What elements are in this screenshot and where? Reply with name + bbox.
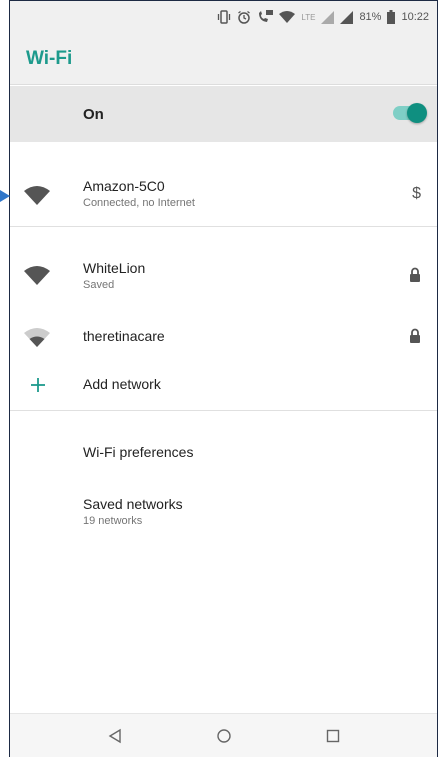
home-icon[interactable] <box>216 728 232 744</box>
network-name: Amazon-5C0 <box>83 178 165 194</box>
metered-symbol: $ <box>412 185 421 202</box>
plus-icon <box>31 378 45 392</box>
battery-percent: 81% <box>359 11 382 23</box>
recents-icon[interactable] <box>325 728 341 744</box>
wifi-master-switch-row[interactable]: On <box>10 86 437 142</box>
phone-screen: LTE 81% 10:22 Wi-Fi On Amazon-5C0 Connec… <box>10 1 437 757</box>
wifi-full-icon <box>24 186 50 205</box>
lock-icon <box>410 328 420 343</box>
network-status: Connected, no Internet <box>83 197 195 209</box>
vibrate-icon <box>218 10 231 24</box>
pointer-arrow-icon <box>0 190 10 202</box>
wifi-preferences-label: Wi-Fi preferences <box>83 444 194 460</box>
alarm-icon <box>238 10 251 24</box>
lte-call-icon <box>259 10 274 22</box>
connected-network-row[interactable]: Amazon-5C0 Connected, no Internet $ <box>10 173 437 225</box>
add-network-label: Add network <box>83 376 161 392</box>
network-row-whitelion[interactable]: WhiteLion Saved <box>10 255 437 301</box>
wifi-call-icon <box>279 11 296 23</box>
network-name: WhiteLion <box>83 260 146 276</box>
master-switch-label: On <box>83 105 104 123</box>
saved-networks-count: 19 networks <box>83 515 143 527</box>
screenshot-frame: LTE 81% 10:22 Wi-Fi On Amazon-5C0 Connec… <box>0 0 438 757</box>
network-status: Saved <box>83 279 115 291</box>
divider <box>10 226 437 227</box>
wifi-toggle[interactable] <box>393 103 427 123</box>
lte-label: LTE <box>301 12 316 22</box>
wifi-full-icon <box>24 266 50 285</box>
page-title: Wi-Fi <box>26 47 73 69</box>
app-bar: Wi-Fi <box>10 33 437 85</box>
lte-signal-icon <box>321 10 335 24</box>
status-bar: LTE 81% 10:22 <box>10 1 437 33</box>
network-row-theretinacare[interactable]: theretinacare <box>10 316 437 356</box>
signal-icon <box>340 10 354 24</box>
clock-time: 10:22 <box>401 11 429 23</box>
add-network-button[interactable]: Add network <box>10 365 437 405</box>
network-name: theretinacare <box>83 328 165 344</box>
saved-networks-item[interactable]: Saved networks 19 networks <box>10 491 437 535</box>
wifi-preferences-item[interactable]: Wi-Fi preferences <box>10 433 437 473</box>
wifi-weak-icon <box>24 328 50 347</box>
lock-icon <box>410 267 420 282</box>
back-icon[interactable] <box>107 728 123 744</box>
saved-networks-label: Saved networks <box>83 496 183 512</box>
divider <box>10 410 437 411</box>
battery-icon <box>387 10 396 24</box>
toggle-knob <box>407 103 427 123</box>
navigation-bar <box>10 713 437 757</box>
